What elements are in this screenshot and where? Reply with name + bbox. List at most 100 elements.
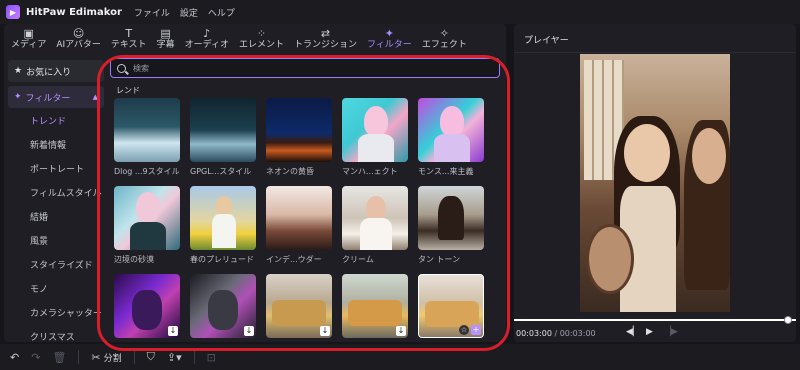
media-icon: ▣ — [23, 27, 34, 40]
section-title: レンド — [116, 86, 140, 95]
filter-thumbnail — [418, 98, 484, 162]
tab-transition[interactable]: ⇄ トランジション — [294, 24, 357, 54]
filter-name: 春のプレリュード — [190, 255, 254, 264]
divider — [193, 350, 195, 364]
filter-card[interactable]: タン トーン — [418, 186, 484, 265]
player-title: プレイヤー — [524, 36, 569, 46]
play-icon[interactable]: ▶ — [646, 327, 653, 337]
export-frame-icon[interactable]: ⇪▾ — [167, 351, 182, 364]
delete-icon[interactable]: 🗑 — [52, 351, 66, 364]
tab-filter[interactable]: ✦ フィルター — [367, 24, 412, 54]
filter-card[interactable]: インデ...ウダー — [266, 186, 332, 265]
player-panel: プレイヤー 00:03:00 / 00:03:00 ◀▏ ▶ ▕▶ — [514, 24, 796, 342]
person-center-face — [624, 124, 670, 182]
subtitle-icon: ▤ — [160, 27, 171, 40]
filter-card[interactable]: モンス...来主義 — [418, 98, 484, 177]
tab-media[interactable]: ▣ メディア — [11, 24, 46, 54]
undo-icon[interactable]: ↶ — [10, 351, 19, 364]
sidebar-item-wedding[interactable]: 結婚 — [8, 204, 104, 228]
filter-name: インデ...ウダー — [266, 255, 322, 264]
effect-icon: ✧ — [439, 27, 449, 40]
sidebar-item-mono[interactable]: モノ — [8, 276, 104, 300]
search-input[interactable] — [133, 63, 473, 73]
filter-name: 辺境の砂漠 — [114, 255, 154, 264]
filter-card[interactable]: GPGL...スタイル — [190, 98, 256, 177]
filter-thumbnail: ↓ — [190, 274, 256, 338]
tab-label: メディア — [11, 40, 47, 50]
tab-effect[interactable]: ✧ エフェクト — [422, 24, 467, 54]
add-icon[interactable]: + — [471, 325, 481, 335]
app-window: ▶ HitPaw Edimakor ファイル 設定 ヘルプ ▣ メディア ☺ A… — [0, 0, 800, 370]
hand-mirror — [586, 224, 634, 294]
download-icon[interactable]: ↓ — [168, 326, 178, 336]
tab-label: エレメント — [238, 40, 284, 50]
tab-label: トランジション — [293, 40, 357, 50]
sidebar-item-trend[interactable]: トレンド — [8, 108, 104, 132]
sidebar-item-new[interactable]: 新着情報 — [8, 132, 104, 156]
scissors-icon[interactable]: ✂ — [91, 351, 100, 364]
filter-thumbnail — [342, 98, 408, 162]
filter-name: マンハ...ェクト — [342, 167, 398, 176]
filter-card[interactable]: Dlog ...9スタイル — [114, 98, 180, 177]
sidebar-item-camera-shutter[interactable]: カメラシャッター — [8, 300, 104, 324]
tab-text[interactable]: T テキスト — [111, 24, 147, 54]
filter-card[interactable]: ↓ — [342, 274, 408, 338]
next-frame-icon[interactable]: ▕▶ — [664, 327, 678, 337]
prev-frame-icon[interactable]: ◀▏ — [626, 327, 640, 337]
sidebar-item-film-style[interactable]: フィルムスタイル — [8, 180, 104, 204]
split-button[interactable]: 分割 — [104, 351, 122, 364]
filter-card[interactable]: ネオンの黄昏 — [266, 98, 332, 177]
shield-icon[interactable]: ⛉ — [147, 350, 155, 364]
filter-card[interactable]: ↓ — [114, 274, 180, 338]
filter-icon: ✦ — [384, 27, 394, 40]
app-title: HitPaw Edimakor — [26, 6, 122, 18]
divider — [133, 350, 135, 364]
filter-card[interactable]: 辺境の砂漠 — [114, 186, 180, 265]
crop-icon[interactable]: ⊡ — [207, 351, 216, 364]
tab-label: オーディオ — [184, 40, 229, 50]
menu-help[interactable]: ヘルプ — [208, 6, 235, 19]
tab-audio[interactable]: ♪ オーディオ — [185, 24, 229, 54]
main-toolbar: ▣ メディア ☺ AIアバター T テキスト ▤ 字幕 ♪ オーディオ ⁘ エレ… — [4, 24, 506, 54]
redo-icon[interactable]: ↷ — [31, 351, 40, 364]
filter-name: ネオンの黄昏 — [266, 167, 314, 176]
person-right-face — [692, 128, 726, 184]
total-time: 00:03:00 — [559, 329, 596, 338]
favorite-icon[interactable]: ☆ — [459, 325, 469, 335]
sidebar-item-portrait[interactable]: ポートレート — [8, 156, 104, 180]
tab-element[interactable]: ⁘ エレメント — [239, 24, 284, 54]
filter-card[interactable]: マンハ...ェクト — [342, 98, 408, 177]
filter-card[interactable]: ↓ — [266, 274, 332, 338]
current-time: 00:03:00 — [516, 329, 552, 338]
tab-subtitle[interactable]: ▤ 字幕 — [157, 24, 175, 54]
sidebar-item-landscape[interactable]: 風景 — [8, 228, 104, 252]
menu-file[interactable]: ファイル — [134, 6, 170, 19]
filter-thumbnail — [114, 186, 180, 250]
download-icon[interactable]: ↓ — [320, 326, 330, 336]
filter-name: タン トーン — [418, 255, 461, 264]
search-box[interactable] — [110, 58, 500, 78]
sidebar-item-christmas[interactable]: クリスマス — [8, 324, 104, 343]
sidebar-item-stylized[interactable]: スタイライズド — [8, 252, 104, 276]
video-preview[interactable] — [580, 54, 730, 312]
playhead-handle[interactable] — [784, 316, 792, 324]
menu-settings[interactable]: 設定 — [180, 6, 198, 19]
filter-card[interactable]: 春のプレリュード — [190, 186, 256, 265]
filter-card[interactable]: クリーム — [342, 186, 408, 265]
library-panel: ▣ メディア ☺ AIアバター T テキスト ▤ 字幕 ♪ オーディオ ⁘ エレ… — [4, 24, 506, 342]
playback-progress[interactable] — [514, 316, 796, 324]
filter-thumbnail: ☆ + — [418, 274, 484, 338]
tab-label: AIアバター — [56, 40, 101, 50]
sidebar-category-label: フィルター — [25, 93, 71, 104]
sidebar-favorites[interactable]: ★ お気に入り — [8, 60, 104, 82]
filter-card[interactable]: ↓ — [190, 274, 256, 338]
sidebar-category-filter[interactable]: ✦ フィルター ▲ — [8, 86, 104, 108]
app-logo-icon: ▶ — [6, 5, 20, 19]
filter-thumbnail — [190, 186, 256, 250]
download-icon[interactable]: ↓ — [244, 326, 254, 336]
divider — [78, 350, 80, 364]
filter-card[interactable]: ☆ + — [418, 274, 484, 338]
tab-ai-avatar[interactable]: ☺ AIアバター — [56, 24, 100, 54]
divider — [514, 52, 796, 53]
download-icon[interactable]: ↓ — [396, 326, 406, 336]
